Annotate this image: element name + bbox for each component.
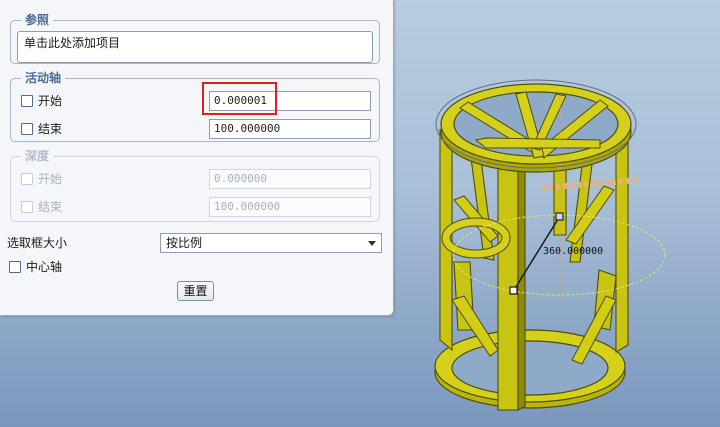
- active-axis-end-input[interactable]: 100.000000: [209, 119, 371, 139]
- reference-collector-field[interactable]: 单击此处添加项目: [17, 31, 373, 63]
- axis-settings-panel: 参照 单击此处添加项目 活动轴 开始 0.000001 结束 100.00000…: [0, 0, 394, 316]
- active-axis-group: 活动轴 开始 0.000001 结束 100.000000: [10, 71, 381, 142]
- depth-end-row: 结束 100.000000: [11, 197, 381, 217]
- selection-box-size-label: 选取框大小: [7, 236, 68, 250]
- active-axis-end-checkbox[interactable]: [21, 123, 33, 135]
- reset-button[interactable]: 重置: [177, 281, 214, 301]
- depth-start-label: 开始: [38, 172, 63, 186]
- selection-box-size-value: 按比例: [166, 236, 203, 250]
- active-axis-start-row: 开始 0.000001: [11, 91, 381, 111]
- drag-handle-icon[interactable]: [555, 212, 564, 221]
- depth-end-checkbox: [21, 201, 33, 213]
- depth-start-checkbox: [21, 173, 33, 185]
- depth-end-input: 100.000000: [209, 197, 371, 217]
- selection-box-size-select[interactable]: 按比例: [160, 233, 382, 253]
- depth-group: 深度 开始 0.000000 结束 100.000000: [10, 149, 381, 222]
- model-viewport[interactable]: 360.000000: [394, 0, 720, 427]
- dropdown-arrow-icon[interactable]: [368, 241, 376, 246]
- depth-group-title: 深度: [21, 149, 54, 163]
- reference-group: 参照 单击此处添加项目: [10, 13, 380, 64]
- active-axis-group-title: 活动轴: [21, 71, 66, 85]
- center-axis-checkbox[interactable]: [9, 261, 21, 273]
- active-axis-end-row: 结束 100.000000: [11, 119, 381, 139]
- angle-dimension-label[interactable]: 360.000000: [543, 246, 603, 257]
- depth-start-row: 开始 0.000000: [11, 169, 381, 189]
- active-axis-start-label: 开始: [38, 94, 63, 108]
- center-axis-row: 中心轴: [0, 258, 200, 276]
- center-axis-label: 中心轴: [26, 260, 63, 274]
- depth-end-label: 结束: [38, 200, 63, 214]
- active-axis-start-checkbox[interactable]: [21, 95, 33, 107]
- active-axis-end-label: 结束: [38, 122, 63, 136]
- drag-handle-icon[interactable]: [509, 286, 518, 295]
- lattice-cylinder-model[interactable]: 360.000000: [394, 0, 720, 427]
- reference-group-title: 参照: [21, 13, 54, 27]
- bottom-ring: [434, 329, 626, 409]
- depth-start-input: 0.000000: [209, 169, 371, 189]
- active-axis-start-input[interactable]: 0.000001: [209, 91, 371, 111]
